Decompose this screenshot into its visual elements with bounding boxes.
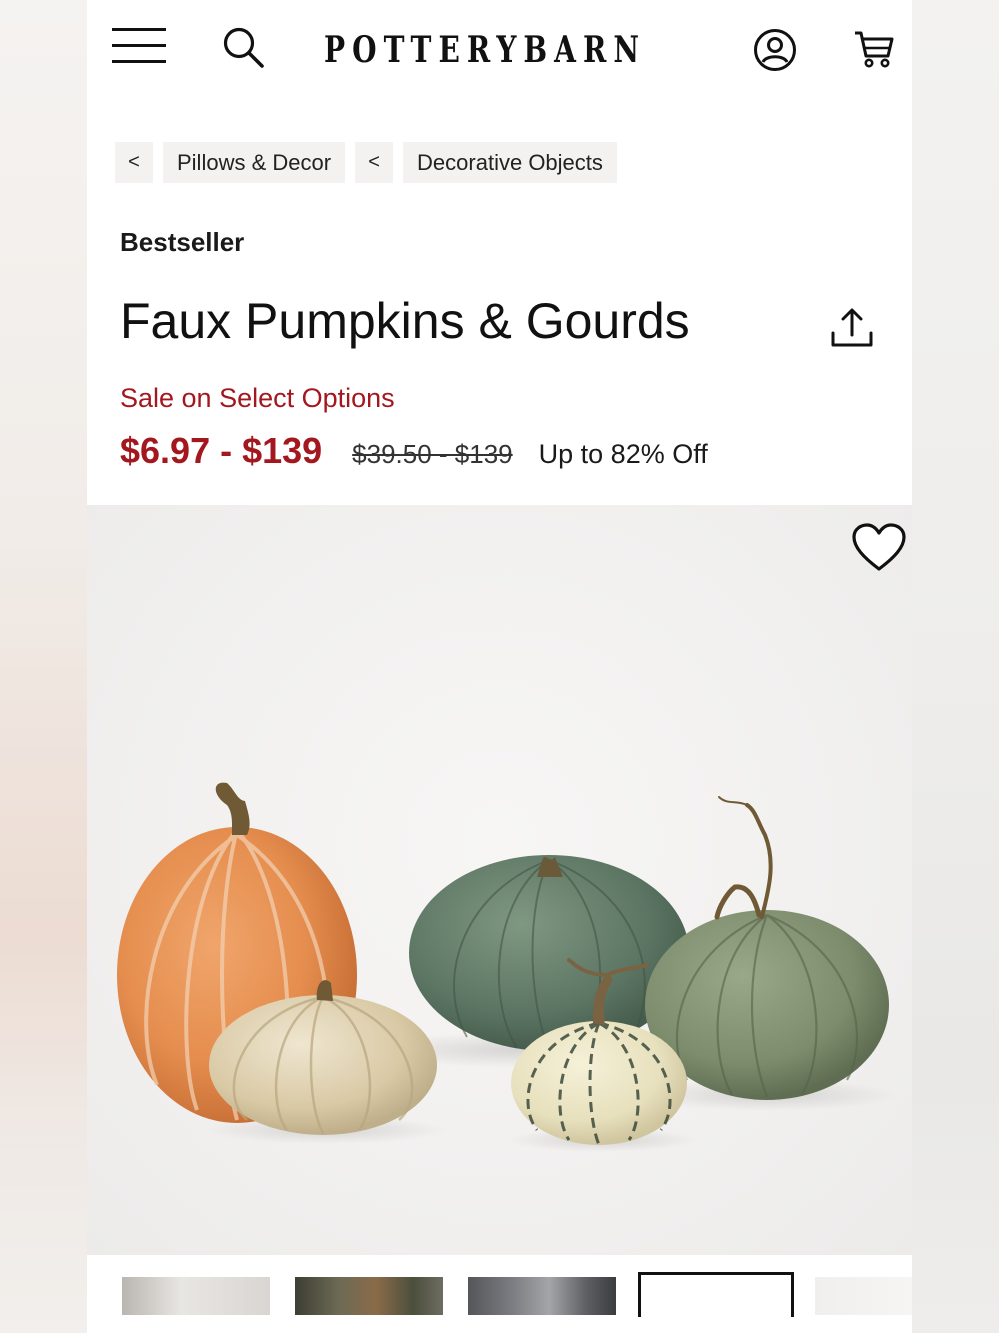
breadcrumb-back-arrow[interactable]: <	[355, 142, 394, 183]
thumbnail-image[interactable]	[122, 1277, 270, 1315]
breadcrumb-back-arrow[interactable]: <	[115, 142, 153, 183]
breadcrumb: < Pillows & Decor < Decorative Objects	[115, 142, 617, 183]
cart-icon[interactable]	[853, 28, 895, 70]
thumbnail-image-selected[interactable]	[638, 1272, 794, 1317]
thumbnail-image[interactable]	[295, 1277, 443, 1315]
product-title: Faux Pumpkins & Gourds	[120, 293, 690, 349]
sale-label: Sale on Select Options	[120, 383, 395, 413]
breadcrumb-item-decorative-objects[interactable]: Decorative Objects	[403, 142, 617, 183]
backdrop-left	[0, 0, 87, 1333]
share-icon[interactable]	[827, 305, 877, 353]
pottery-barn-logo[interactable]: POTTERYBARN	[324, 28, 639, 72]
bestseller-badge: Bestseller	[120, 227, 245, 257]
account-icon[interactable]	[753, 28, 797, 72]
discount-text: Up to 82% Off	[538, 439, 708, 469]
sale-price: $6.97 - $139	[120, 430, 323, 471]
product-image[interactable]	[87, 505, 912, 1255]
heart-icon[interactable]	[851, 523, 907, 573]
product-page: POTTERYBARN < Pillows & Decor < Decorati…	[87, 0, 912, 1333]
original-price: $39.50 - $139	[352, 439, 513, 469]
thumbnail-image[interactable]	[815, 1277, 912, 1315]
backdrop-right	[912, 0, 999, 1333]
price-row: $6.97 - $139 $39.50 - $139 Up to 82% Off	[120, 430, 708, 478]
breadcrumb-item-pillows-decor[interactable]: Pillows & Decor	[163, 142, 346, 183]
site-header: POTTERYBARN	[87, 0, 912, 100]
thumbnail-strip	[87, 1256, 912, 1333]
pumpkins-photo	[117, 782, 897, 1152]
search-icon[interactable]	[221, 26, 265, 68]
thumbnail-image[interactable]	[468, 1277, 616, 1315]
hamburger-menu-icon[interactable]	[112, 28, 166, 64]
